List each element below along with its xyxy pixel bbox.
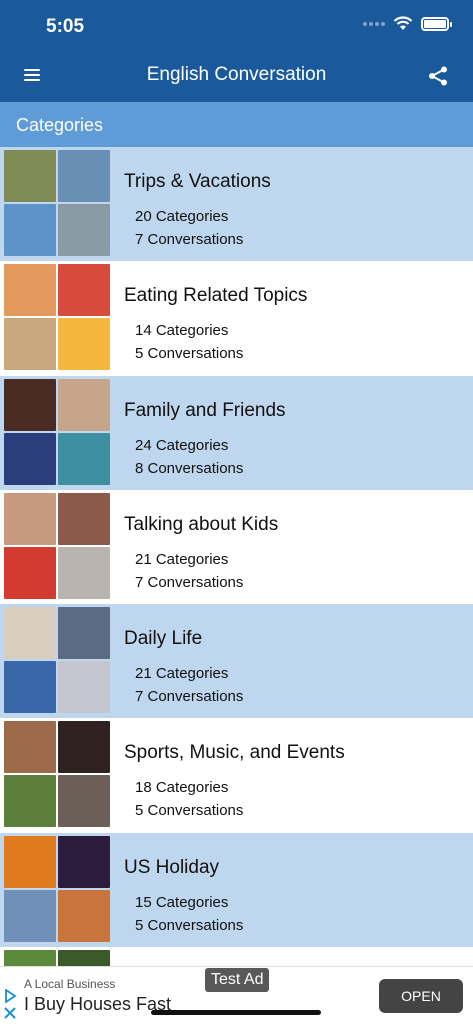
category-count: 21 Categories — [135, 665, 229, 683]
category-row-trips-vacations[interactable]: Trips & Vacations 20 Categories 7 Conver… — [0, 147, 473, 262]
conversation-count: 5 Conversations — [135, 802, 244, 820]
thumbnail-image — [4, 204, 56, 256]
category-count: 18 Categories — [135, 779, 229, 797]
category-count: 24 Categories — [135, 436, 229, 454]
conversation-count: 7 Conversations — [135, 231, 244, 248]
section-header: Categories — [0, 102, 473, 147]
conversation-count: 7 Conversations — [135, 688, 244, 706]
thumbnail-image — [58, 318, 110, 371]
thumbnail-image — [58, 889, 110, 942]
category-title: Talking about Kids — [124, 513, 279, 535]
thumbnail-image — [58, 721, 110, 774]
category-thumbnail-grid — [4, 607, 114, 715]
thumbnail-image — [58, 661, 110, 714]
share-icon[interactable] — [427, 65, 449, 87]
thumbnail-image — [4, 607, 56, 660]
category-thumbnail-grid — [4, 721, 114, 829]
category-title: Daily Life — [124, 628, 203, 650]
wifi-icon — [393, 16, 413, 30]
thumbnail-image — [4, 661, 56, 714]
category-thumbnail-grid — [4, 492, 114, 601]
category-title: Sports, Music, and Events — [124, 742, 345, 764]
thumbnail-image — [58, 546, 110, 599]
status-icons — [363, 16, 452, 31]
thumbnail-image — [4, 835, 56, 888]
thumbnail-image — [4, 889, 56, 942]
battery-icon — [421, 16, 452, 31]
category-thumbnail-grid — [4, 264, 114, 372]
cellular-signal-icon — [363, 21, 385, 26]
conversation-count: 5 Conversations — [135, 345, 244, 363]
category-thumbnail-grid — [4, 835, 114, 944]
status-time: 5:05 — [46, 16, 85, 37]
thumbnail-image — [58, 835, 110, 888]
thumbnail-image — [4, 432, 56, 485]
thumbnail-image — [4, 775, 56, 828]
category-count: 15 Categories — [135, 893, 229, 911]
ad-advertiser: A Local Business — [24, 977, 116, 991]
category-list: Trips & Vacations 20 Categories 7 Conver… — [0, 147, 473, 1024]
category-row-daily-life[interactable]: Daily Life 21 Categories 7 Conversations — [0, 604, 473, 719]
category-count: 21 Categories — [135, 550, 229, 568]
thumbnail-image — [58, 204, 110, 256]
nav-bar: English Conversation — [0, 52, 473, 102]
ad-open-button[interactable]: OPEN — [379, 979, 463, 1013]
category-row-us-holiday[interactable]: US Holiday 15 Categories 5 Conversations — [0, 832, 473, 948]
thumbnail-image — [58, 264, 110, 317]
thumbnail-image — [58, 432, 110, 485]
category-thumbnail-grid — [4, 150, 114, 258]
category-title: Family and Friends — [124, 399, 286, 421]
thumbnail-image — [4, 492, 56, 545]
close-icon[interactable] — [3, 1006, 17, 1020]
conversation-count: 7 Conversations — [135, 573, 244, 591]
ad-choices-icon[interactable] — [3, 989, 17, 1003]
thumbnail-image — [4, 150, 56, 202]
category-row-sports-music-events[interactable]: Sports, Music, and Events 18 Categories … — [0, 718, 473, 833]
thumbnail-image — [4, 378, 56, 431]
thumbnail-image — [58, 607, 110, 660]
thumbnail-image — [4, 721, 56, 774]
category-thumbnail-grid — [4, 378, 114, 487]
category-row-eating[interactable]: Eating Related Topics 14 Categories 5 Co… — [0, 261, 473, 376]
category-title: Trips & Vacations — [124, 171, 271, 192]
test-ad-label: Test Ad — [205, 968, 270, 992]
conversation-count: 5 Conversations — [135, 916, 244, 934]
home-indicator — [151, 1010, 321, 1015]
thumbnail-image — [4, 264, 56, 317]
category-title: Eating Related Topics — [124, 285, 308, 307]
thumbnail-image — [4, 318, 56, 371]
status-bar: 5:05 — [0, 0, 473, 52]
thumbnail-image — [58, 492, 110, 545]
thumbnail-image — [4, 546, 56, 599]
thumbnail-image — [58, 378, 110, 431]
category-title: US Holiday — [124, 856, 220, 878]
thumbnail-image — [58, 150, 110, 202]
category-count: 20 Categories — [135, 208, 229, 225]
page-title: English Conversation — [146, 64, 327, 85]
category-count: 14 Categories — [135, 322, 229, 340]
conversation-count: 8 Conversations — [135, 459, 244, 477]
ad-headline[interactable]: I Buy Houses Fast — [24, 994, 171, 1015]
thumbnail-image — [58, 775, 110, 828]
category-row-kids[interactable]: Talking about Kids 21 Categories 7 Conve… — [0, 489, 473, 605]
category-row-family-friends[interactable]: Family and Friends 24 Categories 8 Conve… — [0, 375, 473, 490]
